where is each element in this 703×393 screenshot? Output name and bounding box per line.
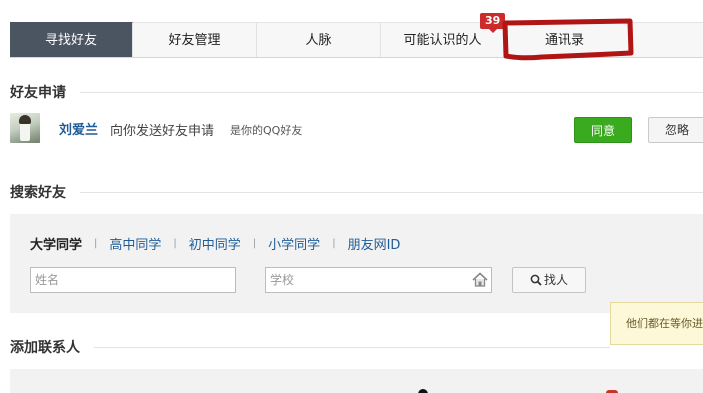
school-tab-primary-school[interactable]: 小学同学: [268, 234, 320, 253]
tab-manage-friends[interactable]: 好友管理: [133, 22, 257, 57]
request-note: 是你的QQ好友: [230, 124, 303, 137]
tooltip: 他们都在等你进: [610, 302, 703, 345]
tab-separator: |: [94, 238, 98, 249]
school-tab-university[interactable]: 大学同学: [30, 234, 82, 253]
requester-name-link[interactable]: 刘爱兰: [59, 119, 98, 138]
school-tab-pengyou-id[interactable]: 朋友网ID: [348, 234, 401, 253]
school-input[interactable]: 学校: [265, 267, 492, 293]
add-contacts-panel: [10, 369, 703, 393]
search-panel: [10, 214, 703, 313]
friend-requests-title: 好友申请: [10, 85, 66, 101]
name-input[interactable]: 姓名: [30, 267, 236, 293]
tab-separator: |: [173, 238, 177, 249]
section-divider: [94, 347, 610, 348]
school-tab-high-school[interactable]: 高中同学: [109, 234, 161, 253]
ignore-button[interactable]: 忽略: [648, 117, 703, 143]
partial-contact-icon: [418, 389, 428, 393]
accept-button[interactable]: 同意: [574, 117, 632, 143]
add-contacts-title: 添加联系人: [10, 340, 80, 356]
tab-find-friends[interactable]: 寻找好友: [10, 22, 133, 57]
home-icon[interactable]: [472, 272, 488, 287]
school-tab-middle-school[interactable]: 初中同学: [189, 234, 241, 253]
request-message: 向你发送好友申请: [110, 124, 215, 139]
search-friends-title: 搜索好友: [10, 185, 66, 201]
tab-separator: |: [332, 238, 336, 249]
section-divider: [80, 92, 703, 93]
tab-address-book[interactable]: 通讯录: [505, 22, 703, 57]
notification-badge: 39: [480, 13, 506, 33]
section-divider: [80, 192, 703, 193]
find-people-button[interactable]: 找人: [512, 267, 586, 293]
tab-connections[interactable]: 人脉: [257, 22, 381, 57]
avatar[interactable]: [10, 113, 40, 143]
find-people-label: 找人: [543, 273, 568, 287]
search-icon: [530, 274, 542, 286]
school-tabs: 大学同学 | 高中同学 | 初中同学 | 小学同学 | 朋友网ID: [30, 234, 400, 253]
tab-separator: |: [252, 238, 257, 249]
main-tab-bar: 寻找好友 好友管理 人脉 可能认识的人 通讯录: [10, 22, 703, 58]
